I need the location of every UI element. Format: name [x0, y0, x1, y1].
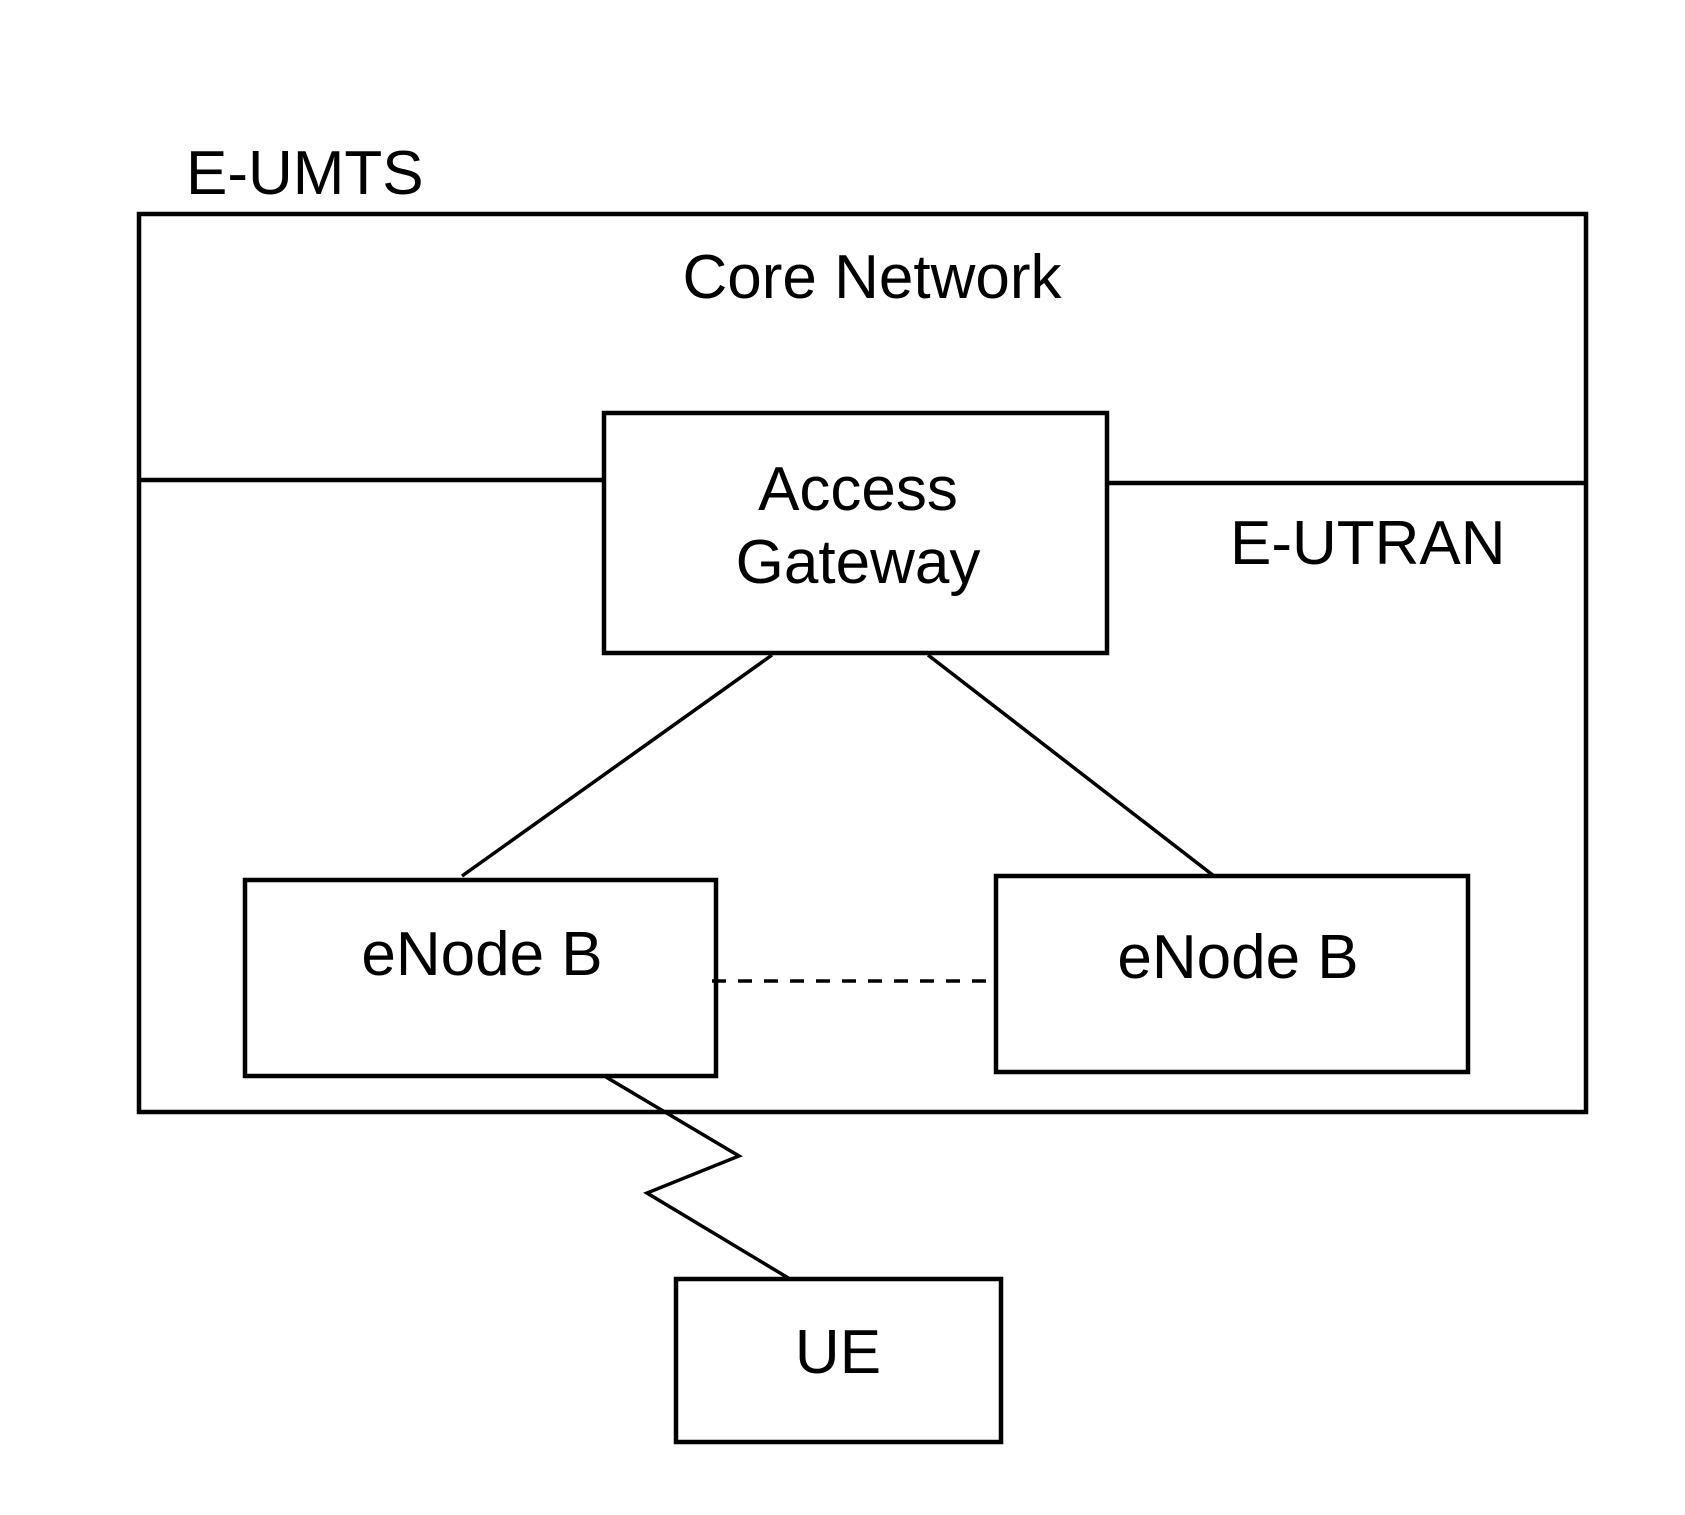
access-gateway-label-line2: Gateway	[736, 528, 981, 597]
e-umts-architecture-diagram: E-UMTS Core Network E-UTRAN Access Gatew…	[136, 139, 1589, 1445]
enodeb-left-node[interactable]: eNode B	[242, 877, 719, 1079]
e-umts-label: E-UMTS	[186, 139, 424, 208]
e-utran-label: E-UTRAN	[1230, 509, 1506, 578]
edge-gateway-to-enodeb-left	[460, 653, 774, 878]
enodeb-right-node[interactable]: eNode B	[993, 873, 1471, 1075]
edge-gateway-to-enodeb-right	[926, 653, 1216, 878]
edge-enodeb-to-ue-radio	[605, 1075, 791, 1281]
core-network-label: Core Network	[683, 243, 1063, 312]
ue-node[interactable]: UE	[673, 1276, 1004, 1445]
enodeb-right-label: eNode B	[1117, 923, 1358, 992]
enodeb-left-label: eNode B	[361, 920, 602, 989]
access-gateway-node[interactable]: Access Gateway	[601, 410, 1110, 656]
ue-label: UE	[795, 1318, 881, 1387]
access-gateway-label-line1: Access	[758, 455, 958, 524]
